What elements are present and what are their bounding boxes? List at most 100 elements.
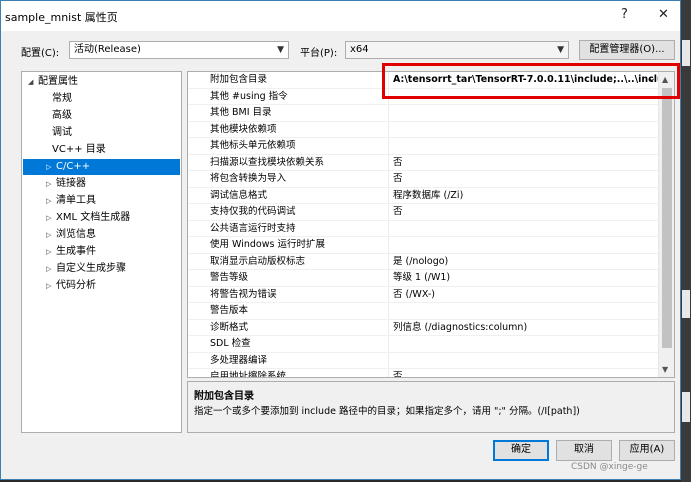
property-value[interactable]: 是 (/nologo) — [393, 254, 658, 270]
background-window-edge — [681, 0, 691, 482]
property-name: 警告等级 — [188, 270, 389, 286]
collapse-arrow-icon[interactable]: ◢ — [28, 74, 38, 90]
property-name: 启用地址擦除系统 — [188, 369, 389, 377]
grid-scrollbar[interactable]: ▲ ▼ — [658, 72, 674, 377]
title-bar: sample_mnist 属性页 ? ✕ — [1, 1, 680, 31]
property-name: 扫描源以查找模块依赖关系 — [188, 154, 389, 170]
platform-select[interactable]: x64 ▼ — [345, 41, 569, 59]
property-row[interactable]: 警告等级 等级 1 (/W1) — [188, 270, 658, 287]
expand-arrow-icon[interactable]: ▷ — [46, 176, 56, 192]
property-name: 其他 BMI 目录 — [188, 105, 389, 121]
property-value[interactable] — [393, 105, 658, 121]
expand-arrow-icon[interactable]: ▷ — [46, 261, 56, 277]
property-name: 将警告视为错误 — [188, 286, 389, 302]
tree-item[interactable]: ▷ 浏览信息 — [46, 227, 96, 243]
property-row[interactable]: 启用地址擦除系统否 — [188, 369, 658, 377]
property-row[interactable]: 多处理器编译 — [188, 352, 658, 369]
background-segment — [682, 290, 690, 318]
tree-item[interactable]: 调试 — [46, 125, 72, 141]
property-row[interactable]: 扫描源以查找模块依赖关系否 — [188, 154, 658, 171]
property-value[interactable]: 否 — [393, 171, 658, 187]
property-name: 其他 #using 指令 — [188, 88, 389, 104]
property-row[interactable]: 其他 BMI 目录 — [188, 105, 658, 122]
scroll-thumb[interactable] — [662, 88, 672, 348]
tree-item[interactable]: ▷ 链接器 — [46, 176, 86, 192]
chevron-down-icon: ▼ — [277, 45, 284, 55]
watermark: CSDN @xinge-ge — [571, 462, 648, 472]
property-row[interactable]: 其他模块依赖项 — [188, 121, 658, 138]
tree-item[interactable]: 常规 — [46, 91, 72, 107]
property-name: 调试信息格式 — [188, 187, 389, 203]
tree-item[interactable]: 高级 — [46, 108, 72, 124]
property-row[interactable]: 使用 Windows 运行时扩展 — [188, 237, 658, 254]
property-name: 诊断格式 — [188, 319, 389, 335]
property-value[interactable]: 否 — [393, 155, 658, 171]
config-label: 配置(C): — [21, 48, 60, 59]
property-row[interactable]: 支持仅我的代码调试否 — [188, 204, 658, 221]
expand-arrow-icon[interactable]: ▷ — [46, 193, 56, 209]
tree-item-label: 生成事件 — [56, 246, 96, 257]
expand-arrow-icon[interactable]: ▷ — [46, 244, 56, 260]
tree-item[interactable]: VC++ 目录 — [46, 142, 106, 158]
property-row[interactable]: 将包含转换为导入否 — [188, 171, 658, 188]
property-row[interactable]: SDL 检查 — [188, 336, 658, 353]
property-value[interactable] — [393, 221, 658, 237]
tree-item[interactable]: ▷ 自定义生成步骤 — [46, 261, 126, 277]
window-title: sample_mnist 属性页 — [5, 11, 118, 24]
expand-arrow-icon[interactable]: ▷ — [46, 210, 56, 226]
property-name: SDL 检查 — [188, 336, 389, 352]
property-value[interactable]: 列信息 (/diagnostics:column) — [393, 320, 658, 336]
tree-item-label: 高级 — [52, 110, 72, 121]
help-button[interactable]: ? — [621, 7, 628, 22]
property-row[interactable]: 公共语言运行时支持 — [188, 220, 658, 237]
cancel-button[interactable]: 取消 — [556, 440, 612, 461]
tree-item-label: 调试 — [52, 127, 72, 138]
property-row[interactable]: 诊断格式 列信息 (/diagnostics:column) — [188, 319, 658, 336]
scroll-down-icon[interactable]: ▼ — [662, 365, 668, 374]
property-value[interactable] — [393, 303, 658, 319]
property-tree: ◢ 配置属性 常规 高级 调试 VC++ 目录 ▷ C/C++ ▷ 链接器 ▷ 清单工具 ▷ XML 文… — [21, 71, 182, 433]
expand-arrow-icon[interactable]: ▷ — [46, 227, 56, 243]
tree-item[interactable]: ▷ 生成事件 — [46, 244, 96, 260]
tree-root[interactable]: ◢ 配置属性 — [28, 74, 78, 90]
property-value[interactable] — [393, 122, 658, 138]
close-button[interactable]: ✕ — [658, 7, 669, 22]
property-name: 支持仅我的代码调试 — [188, 204, 389, 220]
property-row[interactable]: 将警告视为错误否 (/WX-) — [188, 286, 658, 303]
tree-item[interactable]: ▷ XML 文档生成器 — [46, 210, 130, 226]
property-name: 其他模块依赖项 — [188, 121, 389, 137]
property-row[interactable]: 其他标头单元依赖项 — [188, 138, 658, 155]
property-name: 取消显示启动版权标志 — [188, 253, 389, 269]
background-segment — [682, 40, 690, 66]
property-value[interactable] — [393, 336, 658, 352]
property-value[interactable] — [393, 138, 658, 154]
property-value[interactable]: 否 (/WX-) — [393, 287, 658, 303]
configuration-manager-button[interactable]: 配置管理器(O)... — [579, 40, 675, 60]
config-select[interactable]: 活动(Release) ▼ — [69, 41, 289, 59]
tree-item[interactable]: ▷ C/C++ — [23, 159, 180, 175]
tree-item[interactable]: ▷ 清单工具 — [46, 193, 96, 209]
property-name: 将包含转换为导入 — [188, 171, 389, 187]
tree-item[interactable]: ▷ 代码分析 — [46, 278, 96, 294]
platform-select-value: x64 — [350, 44, 369, 55]
property-value[interactable] — [393, 237, 658, 253]
property-row[interactable]: 调试信息格式 程序数据库 (/Zi) — [188, 187, 658, 204]
ok-button[interactable]: 确定 — [493, 440, 549, 461]
property-name: 公共语言运行时支持 — [188, 220, 389, 236]
apply-button[interactable]: 应用(A) — [619, 440, 675, 461]
property-value[interactable]: 否 — [393, 369, 658, 377]
tree-item-label: XML 文档生成器 — [56, 212, 131, 223]
tree-item-label: 链接器 — [56, 178, 86, 189]
property-row[interactable]: 取消显示启动版权标志是 (/nologo) — [188, 253, 658, 270]
property-value[interactable]: 否 — [393, 204, 658, 220]
property-row[interactable]: 警告版本 — [188, 303, 658, 320]
property-name: 其他标头单元依赖项 — [188, 138, 389, 154]
property-value[interactable]: 程序数据库 (/Zi) — [393, 188, 658, 204]
tree-item-label: 浏览信息 — [56, 229, 96, 240]
expand-arrow-icon[interactable]: ▷ — [46, 159, 56, 175]
property-value[interactable] — [393, 353, 658, 369]
expand-arrow-icon[interactable]: ▷ — [46, 278, 56, 294]
property-value[interactable]: 等级 1 (/W1) — [393, 270, 658, 286]
description-panel: 附加包含目录 指定一个或多个要添加到 include 路径中的目录；如果指定多个… — [187, 381, 675, 433]
property-pages-dialog: sample_mnist 属性页 ? ✕ 配置(C): 活动(Release) … — [0, 0, 681, 480]
